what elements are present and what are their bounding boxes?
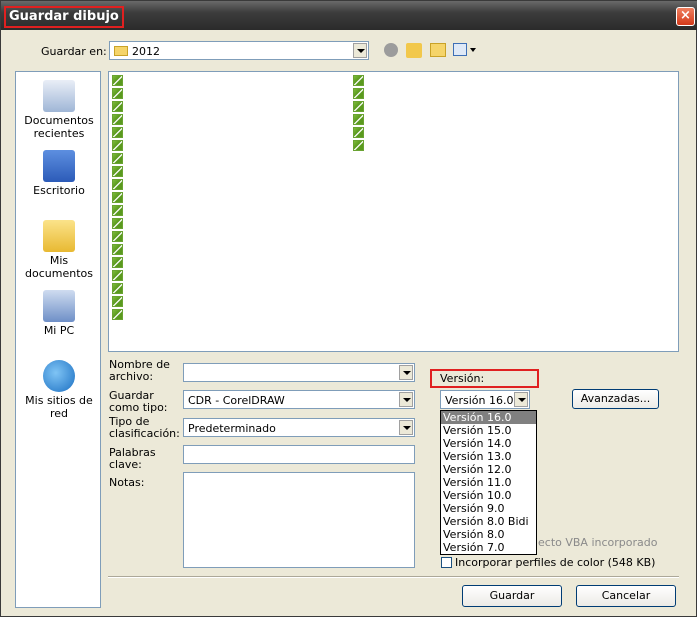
- place-label: Mi PC: [43, 324, 75, 337]
- version-option[interactable]: Versión 10.0: [441, 489, 536, 502]
- save-button[interactable]: Guardar: [462, 585, 562, 607]
- embed-vba-label: ecto VBA incorporado: [538, 536, 658, 549]
- cdr-file-icon[interactable]: [112, 179, 123, 190]
- version-option[interactable]: Versión 9.0: [441, 502, 536, 515]
- place-label: Mis sitios de red: [25, 394, 93, 420]
- save-as-type-label: Guardar como tipo:: [109, 389, 168, 414]
- new-folder-icon[interactable]: [430, 43, 446, 57]
- place-network[interactable]: Mis sitios de red: [16, 360, 102, 420]
- save-button-label: Guardar: [489, 589, 535, 602]
- cdr-file-icon[interactable]: [112, 296, 123, 307]
- title-bar: Guardar dibujo ×: [1, 1, 697, 30]
- embed-color-profiles-label: Incorporar perfiles de color (548 KB): [455, 556, 656, 569]
- chevron-down-icon[interactable]: [399, 392, 413, 407]
- cdr-file-icon[interactable]: [353, 75, 364, 86]
- recent-documents-icon: [43, 80, 75, 112]
- cancel-button-label: Cancelar: [601, 589, 651, 602]
- advanced-button[interactable]: Avanzadas...: [572, 389, 659, 409]
- version-option[interactable]: Versión 13.0: [441, 450, 536, 463]
- advanced-button-label: Avanzadas...: [580, 392, 651, 405]
- version-option[interactable]: Versión 8.0: [441, 528, 536, 541]
- my-computer-icon: [43, 290, 75, 322]
- file-list[interactable]: [108, 71, 679, 352]
- desktop-icon: [43, 150, 75, 182]
- save-drawing-dialog: Guardar dibujo × Guardar en: 2012 Docume…: [0, 0, 697, 617]
- filename-input[interactable]: [183, 363, 415, 382]
- save-in-combo[interactable]: 2012: [109, 41, 369, 60]
- chevron-down-icon[interactable]: [399, 420, 413, 435]
- chevron-down-icon[interactable]: [353, 43, 367, 58]
- cdr-file-icon[interactable]: [353, 101, 364, 112]
- cdr-file-icon[interactable]: [112, 257, 123, 268]
- separator: [108, 576, 679, 578]
- rating-type-label: Tipo de clasificación:: [109, 415, 180, 440]
- notes-textarea[interactable]: [183, 472, 415, 568]
- cdr-file-icon[interactable]: [112, 309, 123, 320]
- place-label: Mis documentos: [25, 254, 93, 280]
- cdr-file-icon[interactable]: [353, 88, 364, 99]
- version-combo[interactable]: Versión 16.0: [440, 390, 530, 409]
- my-documents-icon: [43, 220, 75, 252]
- notes-label: Notas:: [109, 476, 145, 489]
- window-title: Guardar dibujo: [4, 6, 124, 28]
- cdr-file-icon[interactable]: [112, 114, 123, 125]
- cdr-file-icon[interactable]: [112, 75, 123, 86]
- cancel-button[interactable]: Cancelar: [576, 585, 676, 607]
- cdr-file-icon[interactable]: [353, 114, 364, 125]
- rating-type-value: Predeterminado: [188, 422, 276, 435]
- places-bar: Documentos recientes Escritorio Mis docu…: [15, 71, 101, 608]
- cdr-file-icon[interactable]: [112, 140, 123, 151]
- close-button[interactable]: ×: [676, 7, 695, 26]
- save-as-type-value: CDR - CorelDRAW: [188, 394, 285, 407]
- cdr-file-icon[interactable]: [353, 127, 364, 138]
- version-option[interactable]: Versión 16.0: [441, 411, 536, 424]
- version-dropdown-list[interactable]: Versión 16.0 Versión 15.0 Versión 14.0 V…: [440, 410, 537, 555]
- cdr-file-icon[interactable]: [112, 166, 123, 177]
- chevron-down-icon[interactable]: [399, 365, 413, 380]
- version-option[interactable]: Versión 12.0: [441, 463, 536, 476]
- filename-label: Nombre de archivo:: [109, 358, 170, 383]
- cdr-file-icon[interactable]: [112, 192, 123, 203]
- cdr-file-icon[interactable]: [112, 270, 123, 281]
- keywords-label: Palabras clave:: [109, 446, 156, 471]
- view-menu-icon[interactable]: [453, 43, 476, 57]
- place-my-documents[interactable]: Mis documentos: [16, 220, 102, 280]
- save-in-label: Guardar en:: [41, 45, 107, 58]
- save-as-type-combo[interactable]: CDR - CorelDRAW: [183, 390, 415, 409]
- cdr-file-icon[interactable]: [112, 101, 123, 112]
- cdr-file-icon[interactable]: [112, 88, 123, 99]
- place-label: Documentos recientes: [24, 114, 94, 140]
- folder-icon: [114, 46, 128, 56]
- up-folder-icon[interactable]: [406, 43, 422, 58]
- version-option[interactable]: Versión 14.0: [441, 437, 536, 450]
- cdr-file-icon[interactable]: [112, 153, 123, 164]
- cdr-file-icon[interactable]: [112, 205, 123, 216]
- version-option[interactable]: Versión 7.0: [441, 541, 536, 554]
- cdr-file-icon[interactable]: [112, 127, 123, 138]
- rating-type-combo[interactable]: Predeterminado: [183, 418, 415, 437]
- place-my-computer[interactable]: Mi PC: [16, 290, 102, 337]
- network-icon: [43, 360, 75, 392]
- chevron-down-icon[interactable]: [514, 392, 528, 407]
- version-label: Versión:: [440, 372, 485, 385]
- place-recent-documents[interactable]: Documentos recientes: [16, 80, 102, 140]
- version-option[interactable]: Versión 8.0 Bidi: [441, 515, 536, 528]
- version-value: Versión 16.0: [445, 394, 514, 407]
- cdr-file-icon[interactable]: [112, 283, 123, 294]
- back-icon[interactable]: [384, 43, 398, 57]
- version-option[interactable]: Versión 15.0: [441, 424, 536, 437]
- place-label: Escritorio: [33, 184, 85, 197]
- cdr-file-icon[interactable]: [112, 244, 123, 255]
- save-in-value: 2012: [132, 45, 160, 58]
- place-desktop[interactable]: Escritorio: [16, 150, 102, 197]
- version-option[interactable]: Versión 11.0: [441, 476, 536, 489]
- cdr-file-icon[interactable]: [112, 231, 123, 242]
- cdr-file-icon[interactable]: [353, 140, 364, 151]
- cdr-file-icon[interactable]: [112, 218, 123, 229]
- keywords-input[interactable]: [183, 445, 415, 464]
- embed-color-profiles-checkbox[interactable]: [441, 557, 452, 568]
